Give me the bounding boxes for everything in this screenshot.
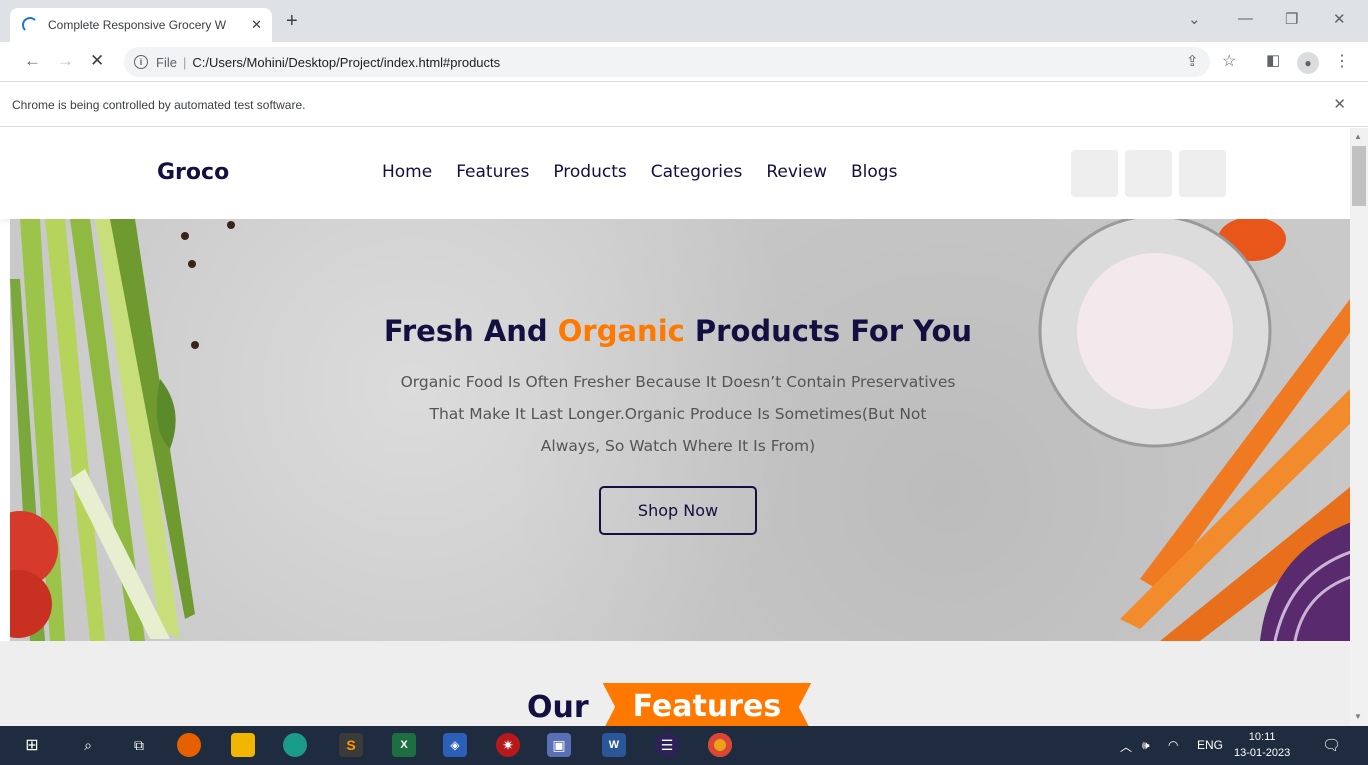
eclipse-icon[interactable]: ☰ [655, 733, 679, 757]
site-navbar: Home Features Products Categories Review… [382, 162, 897, 182]
site-logo[interactable]: Groco [157, 160, 229, 185]
windows-start-icon[interactable]: ⊞ [20, 733, 44, 757]
url-scheme-label: File [156, 54, 177, 70]
window-close-icon[interactable]: ✕ [1333, 10, 1346, 28]
scroll-up-arrow-icon[interactable]: ▲ [1354, 132, 1362, 141]
taskbar-search-icon[interactable]: ⌕ [76, 733, 100, 757]
scrollbar-thumb[interactable] [1352, 146, 1366, 206]
word-icon[interactable]: W [602, 733, 626, 757]
new-tab-button[interactable]: + [286, 10, 298, 33]
hero-content: Fresh And Organic Products For You Organ… [340, 314, 1016, 535]
automation-infobar: Chrome is being controlled by automated … [0, 83, 1368, 127]
hero-description-line: Always, So Watch Where It Is From) [540, 437, 816, 455]
minimize-icon[interactable]: — [1238, 10, 1253, 27]
tab-title: Complete Responsive Grocery W [48, 18, 227, 32]
spring-onions-image [10, 219, 195, 641]
stop-loading-icon[interactable]: ✕ [90, 51, 104, 71]
page-viewport: Groco Home Features Products Categories … [0, 128, 1350, 726]
url-text[interactable]: C:/Users/Mohini/Desktop/Project/index.ht… [192, 55, 500, 70]
menu-kebab-icon[interactable]: ⋮ [1334, 51, 1350, 71]
page-scrollbar[interactable]: ▲ ▼ [1350, 128, 1368, 726]
site-header: Groco Home Features Products Categories … [0, 128, 1350, 219]
browser-toolbar: ← → ✕ i File | C:/Users/Mohini/Desktop/P… [0, 42, 1368, 82]
tab-search-icon[interactable]: ⌄ [1188, 10, 1201, 28]
hero-description-line: Organic Food Is Often Fresher Because It… [400, 373, 956, 391]
profile-avatar-icon[interactable]: ● [1297, 52, 1319, 74]
forward-icon[interactable]: → [57, 51, 74, 71]
notification-icon[interactable]: 🗨 [1322, 736, 1341, 754]
excel-icon[interactable]: X [392, 733, 416, 757]
edge-icon[interactable] [283, 733, 307, 757]
clock-time: 10:11 [1248, 731, 1276, 743]
infobar-text: Chrome is being controlled by automated … [12, 97, 306, 112]
remote-desktop-icon[interactable]: ▣ [547, 733, 571, 757]
address-bar[interactable]: i File | C:/Users/Mohini/Desktop/Project… [124, 47, 1210, 77]
side-panel-icon[interactable]: ◧ [1266, 51, 1280, 69]
nav-blogs[interactable]: Blogs [851, 162, 897, 182]
search-icon[interactable] [1125, 150, 1172, 197]
nav-features[interactable]: Features [456, 162, 529, 182]
features-heading-dark: Our [527, 689, 589, 725]
salt-bowl-and-carrots-image [1038, 219, 1350, 641]
antivirus-icon[interactable]: ✷ [496, 733, 520, 757]
tab-close-icon[interactable]: ✕ [251, 17, 262, 33]
peppercorn [181, 232, 189, 240]
features-section: Our Features [0, 641, 1350, 726]
language-indicator[interactable]: ENG [1197, 738, 1223, 752]
nav-products[interactable]: Products [553, 162, 626, 182]
site-info-icon[interactable]: i [134, 55, 148, 69]
hero-title-start: Fresh And [383, 314, 558, 348]
infobar-close-icon[interactable]: ✕ [1333, 95, 1346, 113]
back-icon[interactable]: ← [24, 51, 41, 71]
url-separator: | [182, 54, 187, 70]
hero-title: Fresh And Organic Products For You [340, 314, 1016, 348]
wifi-icon[interactable]: ◠ [1168, 738, 1178, 752]
nav-home[interactable]: Home [382, 162, 432, 182]
scroll-down-arrow-icon[interactable]: ▼ [1354, 712, 1362, 721]
hero-description-line: That Make It Last Longer.Organic Produce… [429, 405, 927, 423]
features-heading: Our Features [527, 683, 812, 726]
system-clock[interactable]: 10:11 13-01-2023 [1234, 729, 1290, 761]
windows-taskbar: ⊞ ⌕ ⧉ S X ◈ ✷ ▣ W ☰ ︿ 🕪 ◠ ENG 10:11 13-0… [0, 726, 1368, 765]
hero-title-end: Products For You [684, 314, 973, 348]
loading-spinner-icon [22, 17, 38, 33]
file-explorer-icon[interactable] [231, 733, 255, 757]
peppercorn [191, 341, 199, 349]
share-icon[interactable]: ⇪ [1186, 52, 1199, 70]
browser-tab[interactable]: Complete Responsive Grocery W ✕ [10, 8, 272, 42]
cart-icon[interactable] [1179, 150, 1226, 197]
peppercorn [188, 260, 196, 268]
bookmark-star-icon[interactable]: ☆ [1222, 51, 1236, 71]
header-icon-group [1071, 150, 1226, 197]
nav-review[interactable]: Review [766, 162, 827, 182]
tray-overflow-icon[interactable]: ︿ [1120, 738, 1132, 755]
volume-icon[interactable]: 🕪 [1142, 738, 1150, 753]
firefox-icon[interactable] [177, 733, 201, 757]
security-shield-icon[interactable]: ◈ [443, 733, 467, 757]
restore-icon[interactable]: ❐ [1285, 10, 1298, 28]
shop-now-button[interactable]: Shop Now [599, 486, 757, 535]
menu-icon[interactable] [1071, 150, 1118, 197]
clock-date: 13-01-2023 [1234, 747, 1291, 759]
sublime-text-icon[interactable]: S [339, 733, 363, 757]
nav-categories[interactable]: Categories [651, 162, 743, 182]
hero-banner: Fresh And Organic Products For You Organ… [10, 219, 1350, 641]
tab-strip: Complete Responsive Grocery W ✕ + ⌄ — ❐ … [0, 0, 1368, 42]
peppercorn [227, 221, 235, 229]
chrome-icon[interactable] [708, 733, 732, 757]
hero-description: Organic Food Is Often Fresher Because It… [340, 366, 1016, 462]
features-heading-ribbon: Features [602, 683, 812, 726]
hero-title-accent: Organic [557, 314, 685, 348]
task-view-icon[interactable]: ⧉ [127, 733, 151, 757]
